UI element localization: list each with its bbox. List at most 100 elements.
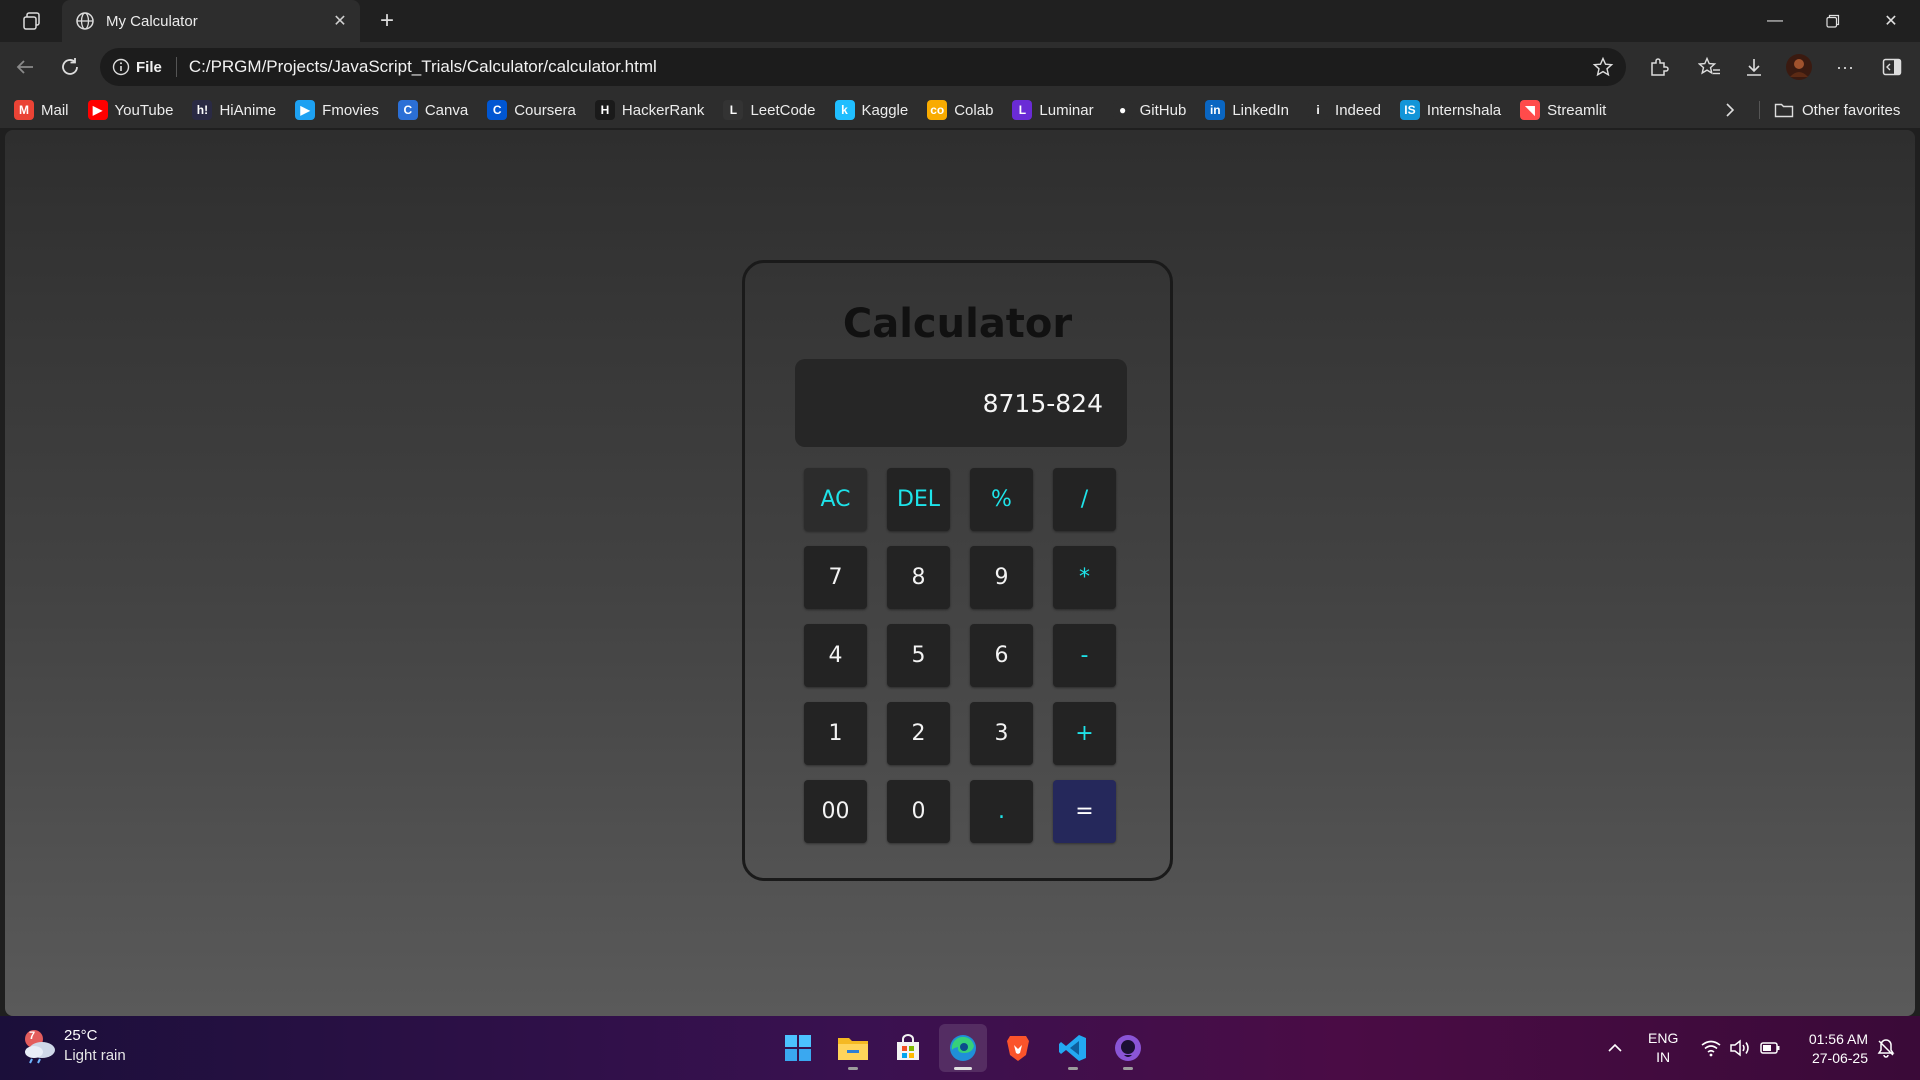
- bookmark-label: Internshala: [1426, 101, 1502, 119]
- bookmark-indeed[interactable]: i Indeed: [1308, 100, 1381, 120]
- key-decimal[interactable]: .: [970, 780, 1033, 843]
- language-line2: IN: [1656, 1049, 1671, 1065]
- bookmark-label: Streamlit: [1547, 101, 1607, 119]
- wifi-icon[interactable]: [1700, 1016, 1722, 1080]
- browser-tab[interactable]: My Calculator ✕: [62, 0, 360, 42]
- leetcode-icon: L: [723, 100, 744, 120]
- key-5[interactable]: 5: [887, 624, 950, 687]
- tab-actions-icon[interactable]: [14, 6, 50, 36]
- key-8[interactable]: 8: [887, 546, 950, 609]
- bookmark-hianime[interactable]: h! HiAnime: [192, 100, 276, 120]
- bookmark-colab[interactable]: co Colab: [927, 100, 993, 120]
- downloads-icon[interactable]: [1738, 51, 1770, 83]
- key-divide[interactable]: /: [1053, 468, 1116, 531]
- bookmark-label: LinkedIn: [1232, 101, 1290, 119]
- bookmark-linkedin[interactable]: in LinkedIn: [1205, 100, 1289, 120]
- address-separator: [175, 57, 177, 77]
- notifications-icon[interactable]: [1876, 1016, 1896, 1080]
- bookmark-internshala[interactable]: IS Internshala: [1399, 100, 1502, 120]
- calculator-card: Calculator 8715-824 AC DEL% / 7 8 9 * 4 5 6- 1 2 3 +0…: [742, 260, 1173, 881]
- key-4[interactable]: 4: [804, 624, 867, 687]
- calculator-display: 8715-824: [795, 359, 1127, 447]
- extensions-icon[interactable]: [1643, 51, 1675, 83]
- running-indicator: [848, 1067, 858, 1070]
- minimize-button[interactable]: —: [1746, 0, 1804, 42]
- taskbar-vscode[interactable]: [1049, 1024, 1097, 1072]
- bookmark-github[interactable]: ● GitHub: [1112, 100, 1186, 120]
- running-indicator: [954, 1067, 972, 1070]
- bookmark-label: Indeed: [1335, 101, 1381, 119]
- key-1[interactable]: 1: [804, 702, 867, 765]
- back-arrow-icon[interactable]: [9, 51, 41, 83]
- internshala-icon: IS: [1399, 100, 1420, 120]
- key-3[interactable]: 3: [970, 702, 1033, 765]
- other-favorites-folder[interactable]: Other favorites: [1774, 92, 1900, 128]
- bookmark-kaggle[interactable]: k Kaggle: [834, 100, 908, 120]
- key-00[interactable]: 00: [804, 780, 867, 843]
- bookmark-canva[interactable]: C Canva: [397, 100, 468, 120]
- restore-button[interactable]: [1804, 0, 1862, 42]
- running-indicator: [1123, 1067, 1133, 1070]
- bookmark-label: HiAnime: [219, 101, 277, 119]
- taskbar-github-desktop[interactable]: [1104, 1024, 1152, 1072]
- display-value: 8715-824: [982, 388, 1103, 418]
- chevron-right-icon[interactable]: [1716, 96, 1744, 124]
- bookmark-label: Coursera: [514, 101, 576, 119]
- bookmark-luminar[interactable]: L Luminar: [1012, 100, 1094, 120]
- bookmark-mail[interactable]: M Mail: [14, 100, 69, 120]
- calculator-title: Calculator: [842, 301, 1073, 347]
- other-favorites-label: Other favorites: [1802, 101, 1901, 119]
- volume-icon[interactable]: [1729, 1016, 1751, 1080]
- address-bar[interactable]: File C:/PRGM/Projects/JavaScript_Trials/…: [100, 48, 1626, 86]
- refresh-icon[interactable]: [54, 51, 86, 83]
- key-del[interactable]: DEL: [887, 468, 950, 531]
- profile-avatar[interactable]: [1783, 51, 1815, 83]
- taskbar-brave[interactable]: [994, 1024, 1042, 1072]
- sidebar-toggle-icon[interactable]: [1876, 51, 1908, 83]
- key-percent[interactable]: %: [970, 468, 1033, 531]
- key-6[interactable]: 6: [970, 624, 1033, 687]
- brave-icon: [1007, 1036, 1029, 1061]
- bookmark-label: Luminar: [1039, 101, 1094, 119]
- new-tab-button[interactable]: +: [372, 6, 402, 36]
- bookmark-coursera[interactable]: C Coursera: [487, 100, 576, 120]
- key-multiply[interactable]: *: [1053, 546, 1116, 609]
- favorites-icon[interactable]: [1694, 51, 1726, 83]
- language-indicator[interactable]: ENG IN: [1648, 1016, 1678, 1080]
- taskbar-file-explorer[interactable]: [829, 1024, 877, 1072]
- youtube-icon: ▶: [87, 100, 108, 120]
- url-text[interactable]: C:/PRGM/Projects/JavaScript_Trials/Calcu…: [189, 57, 1588, 77]
- bookmark-hackerrank[interactable]: H HackerRank: [594, 100, 704, 120]
- key-plus[interactable]: +: [1053, 702, 1116, 765]
- info-icon[interactable]: [112, 58, 130, 76]
- key-9[interactable]: 9: [970, 546, 1033, 609]
- battery-icon[interactable]: [1759, 1016, 1781, 1080]
- bookmark-leetcode[interactable]: L LeetCode: [723, 100, 816, 120]
- windows-taskbar: 7 25°C Light rain ENG IN 01:56 AM 27-06-…: [0, 1016, 1920, 1080]
- key-0[interactable]: 0: [887, 780, 950, 843]
- show-hidden-icons-chevron[interactable]: [1607, 1016, 1623, 1080]
- close-window-button[interactable]: ✕: [1862, 0, 1920, 42]
- close-tab-icon[interactable]: ✕: [326, 7, 354, 35]
- key-ac[interactable]: AC: [804, 468, 867, 531]
- store-icon: [897, 1034, 919, 1060]
- favorite-star-icon[interactable]: [1588, 52, 1618, 82]
- key-equals[interactable]: =: [1053, 780, 1116, 843]
- taskbar-start[interactable]: [774, 1024, 822, 1072]
- taskbar-edge[interactable]: [939, 1024, 987, 1072]
- system-clock[interactable]: 01:56 AM 27-06-25: [1796, 1030, 1868, 1068]
- more-options-icon[interactable]: ···: [1829, 51, 1861, 83]
- windows-start-icon: [785, 1035, 811, 1061]
- key-2[interactable]: 2: [887, 702, 950, 765]
- taskbar-store[interactable]: [884, 1024, 932, 1072]
- github-icon: ●: [1112, 100, 1133, 120]
- key-7[interactable]: 7: [804, 546, 867, 609]
- bookmark-youtube[interactable]: ▶ YouTube: [87, 100, 173, 120]
- luminar-icon: L: [1012, 100, 1033, 120]
- key-minus[interactable]: -: [1053, 624, 1116, 687]
- weather-widget[interactable]: 7 25°C Light rain: [20, 1026, 126, 1066]
- streamlit-icon: ◥: [1520, 100, 1541, 120]
- linkedin-icon: in: [1205, 100, 1226, 120]
- bookmark-fmovies[interactable]: ▶ Fmovies: [295, 100, 379, 120]
- bookmark-streamlit[interactable]: ◥ Streamlit: [1520, 100, 1606, 120]
